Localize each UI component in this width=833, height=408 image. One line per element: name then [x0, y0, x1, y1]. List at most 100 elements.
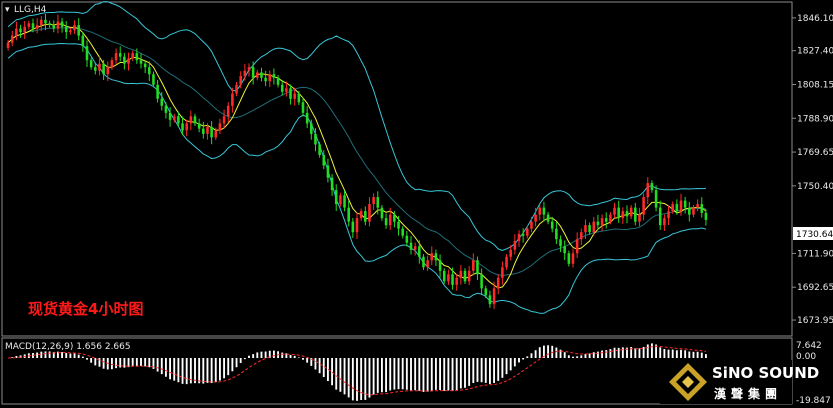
chart-window: 1846.10 1827.40 1808.15 1788.90 1769.65 1750.… [0, 0, 833, 408]
candle-body [634, 207, 637, 222]
candle-body [621, 211, 625, 219]
candle-body [177, 116, 180, 124]
candle-body [467, 270, 471, 282]
candle-body [430, 253, 434, 261]
candle-body [168, 112, 172, 120]
candle-body [114, 53, 118, 61]
candle-body [156, 84, 159, 99]
candle-body [251, 67, 255, 78]
candle-body [376, 197, 380, 208]
candle-body [310, 123, 313, 134]
candle-body [625, 211, 629, 217]
candle-body [77, 25, 80, 36]
candle-body [102, 63, 105, 75]
price-tick-label: 1673.95 [797, 316, 833, 326]
candle-body [600, 218, 604, 226]
candle-body [559, 239, 562, 247]
candle-body [521, 233, 525, 236]
candle-body [451, 274, 454, 285]
candle-body [226, 105, 230, 117]
candle-body [152, 74, 155, 85]
candle-body [73, 25, 76, 31]
candle-body [185, 123, 188, 131]
candle-body [476, 260, 479, 275]
candle-body [613, 207, 616, 215]
candle-body [94, 67, 97, 71]
price-tick-label: 1788.90 [797, 114, 833, 124]
price-tick-label: 1808.15 [797, 80, 833, 90]
candle-body [81, 35, 85, 47]
candle-body [135, 53, 139, 61]
candle-body [401, 228, 404, 236]
candle-body [405, 235, 409, 243]
candle-body [571, 253, 575, 264]
candle-body [276, 77, 280, 85]
candle-body [293, 93, 296, 99]
chart-caption: 现货黄金4小时图 [28, 300, 143, 318]
candle-body [663, 218, 666, 226]
candle-body [642, 197, 645, 215]
candle-body [517, 233, 521, 241]
candle-body [654, 190, 658, 208]
candle-body [164, 105, 168, 113]
candle-body [563, 246, 566, 254]
candle-body [52, 25, 56, 29]
candle-body [85, 46, 89, 61]
candle-body [6, 42, 10, 48]
candle-body [193, 116, 197, 124]
candle-body [343, 195, 346, 208]
candle-body [526, 228, 529, 236]
candle-body [438, 260, 442, 271]
candle-body [60, 21, 64, 27]
candle-body [384, 218, 388, 226]
price-tick-label: 1711.90 [797, 249, 833, 259]
candle-body [44, 19, 47, 24]
candle-body [172, 116, 176, 120]
candle-body [388, 214, 392, 226]
candle-body [364, 211, 367, 222]
chart-svg: 1846.10 1827.40 1808.15 1788.90 1769.65 1750.… [1, 1, 833, 406]
candle-body [118, 53, 122, 57]
candle-body [181, 123, 184, 131]
candle-body [264, 77, 267, 82]
candle-body [501, 267, 504, 278]
candle-body [380, 207, 384, 219]
price-tick-label: 1750.40 [797, 182, 833, 192]
candle-body [314, 133, 317, 145]
candle-body [534, 214, 537, 222]
candle-body [23, 26, 26, 33]
candle-body [160, 98, 164, 106]
candle-body [272, 74, 276, 78]
candle-body [513, 240, 517, 250]
candle-body [297, 93, 301, 103]
macd-tick-bottom: -19.847 [796, 396, 831, 406]
candle-body [339, 195, 342, 205]
candle-body [588, 225, 591, 233]
candle-body [127, 58, 130, 64]
candle-body [700, 204, 704, 213]
candle-body [463, 270, 467, 282]
candle-body [202, 128, 205, 134]
candle-body [31, 23, 35, 29]
candle-body [10, 35, 14, 43]
candle-body [285, 88, 288, 92]
candle-body [555, 228, 558, 240]
candle-body [222, 116, 226, 124]
candle-body [550, 221, 554, 229]
candle-body [617, 207, 620, 219]
candle-body [143, 63, 147, 68]
candle-body [629, 207, 633, 217]
candle-body [351, 221, 355, 233]
candle-body [692, 207, 695, 215]
candle-body [422, 256, 425, 268]
candle-body [658, 207, 662, 226]
price-axis: 1846.10 1827.40 1808.15 1788.90 1769.65 1750.… [792, 14, 833, 326]
candle-body [646, 183, 650, 198]
candle-body [492, 288, 496, 305]
macd-tick-zero: 0.00 [796, 352, 816, 362]
candle-body [110, 60, 114, 68]
chart-dropdown-icon[interactable]: ▾ [5, 5, 10, 15]
candle-body [442, 270, 446, 282]
price-tick-label: 1827.40 [797, 47, 833, 57]
candle-body [106, 67, 110, 75]
